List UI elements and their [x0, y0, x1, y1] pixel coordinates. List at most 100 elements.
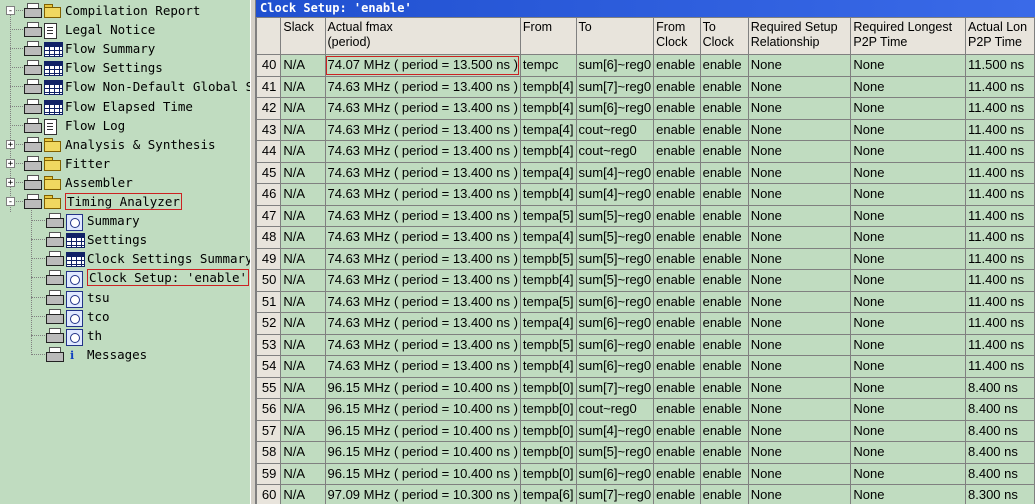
table-cell[interactable]: None	[850, 462, 966, 485]
table-cell[interactable]: enable	[699, 247, 749, 270]
table-row[interactable]: 52 N/A 74.63 MHz ( period = 13.400 ns ) tem…	[256, 312, 1035, 335]
table-cell[interactable]: enable	[699, 290, 749, 313]
table-cell[interactable]: sum[6]~reg0	[575, 333, 655, 356]
table-cell[interactable]: None	[747, 333, 852, 356]
table-cell[interactable]: None	[850, 140, 966, 163]
table-cell[interactable]: None	[850, 204, 966, 227]
tree-item[interactable]: Flow Log	[65, 116, 125, 135]
table-cell[interactable]: 11.400 ns	[965, 161, 1035, 184]
table-cell[interactable]: None	[850, 97, 966, 120]
table-cell[interactable]: enable	[699, 312, 749, 335]
row-number[interactable]: 53	[256, 333, 282, 356]
table-cell[interactable]: tempb[0]	[519, 462, 577, 485]
table-cell[interactable]: None	[747, 484, 852, 504]
table-cell[interactable]: tempa[4]	[519, 226, 577, 249]
tree-item[interactable]: Analysis & Synthesis	[65, 135, 216, 154]
table-cell[interactable]: None	[850, 75, 966, 98]
table-cell[interactable]: N/A	[280, 54, 326, 77]
row-number[interactable]: 56	[256, 398, 282, 421]
table-cell[interactable]: enable	[653, 204, 701, 227]
table-cell[interactable]: None	[850, 355, 966, 378]
table-cell[interactable]: N/A	[280, 419, 326, 442]
collapse-icon[interactable]: -	[6, 197, 15, 207]
collapse-icon[interactable]: -	[6, 6, 15, 16]
table-cell[interactable]: enable	[699, 204, 749, 227]
table-cell[interactable]: 11.400 ns	[965, 312, 1035, 335]
table-cell[interactable]: cout~reg0	[575, 118, 655, 141]
table-cell[interactable]: None	[747, 398, 852, 421]
tree-item[interactable]: Clock Settings Summary	[87, 249, 250, 268]
column-header[interactable]: Actual Lon P2P Time	[965, 17, 1035, 55]
table-row[interactable]: 57 N/A 96.15 MHz ( period = 10.400 ns ) tem…	[256, 419, 1035, 442]
table-cell[interactable]: tempb[5]	[519, 247, 577, 270]
tree-item[interactable]: tsu	[87, 288, 110, 307]
table-cell[interactable]: enable	[699, 75, 749, 98]
table-row[interactable]: 42 N/A 74.63 MHz ( period = 13.400 ns ) tem…	[256, 97, 1035, 120]
table-cell[interactable]: tempc	[519, 54, 577, 77]
row-number[interactable]: 40	[256, 54, 282, 77]
table-row[interactable]: 47 N/A 74.63 MHz ( period = 13.400 ns ) tem…	[256, 204, 1035, 227]
table-cell[interactable]: sum[5]~reg0	[575, 204, 655, 227]
table-cell[interactable]: enable	[699, 269, 749, 292]
table-cell[interactable]: 74.63 MHz ( period = 13.400 ns )	[324, 333, 521, 356]
table-cell[interactable]: None	[850, 312, 966, 335]
table-cell[interactable]: N/A	[280, 269, 326, 292]
table-cell[interactable]: enable	[699, 183, 749, 206]
table-cell[interactable]: None	[850, 290, 966, 313]
table-cell[interactable]: None	[747, 269, 852, 292]
table-cell[interactable]: cout~reg0	[575, 140, 655, 163]
table-cell[interactable]: 74.63 MHz ( period = 13.400 ns )	[324, 247, 521, 270]
table-cell[interactable]: enable	[653, 355, 701, 378]
table-cell[interactable]: tempa[6]	[519, 484, 577, 504]
table-cell[interactable]: None	[747, 204, 852, 227]
row-number[interactable]: 50	[256, 269, 282, 292]
tree-item[interactable]: Summary	[87, 211, 140, 230]
table-cell[interactable]: 11.400 ns	[965, 290, 1035, 313]
table-cell[interactable]: sum[5]~reg0	[575, 269, 655, 292]
table-row[interactable]: 58 N/A 96.15 MHz ( period = 10.400 ns ) tem…	[256, 441, 1035, 464]
table-cell[interactable]: 8.400 ns	[965, 376, 1035, 399]
table-cell[interactable]: tempb[0]	[519, 441, 577, 464]
table-cell[interactable]: tempb[4]	[519, 97, 577, 120]
table-cell[interactable]: tempa[5]	[519, 204, 577, 227]
table-cell[interactable]: 74.63 MHz ( period = 13.400 ns )	[324, 75, 521, 98]
table-cell[interactable]: sum[5]~reg0	[575, 441, 655, 464]
table-cell[interactable]: 96.15 MHz ( period = 10.400 ns )	[324, 419, 521, 442]
table-cell[interactable]: enable	[699, 161, 749, 184]
table-cell[interactable]: None	[850, 118, 966, 141]
table-row[interactable]: 48 N/A 74.63 MHz ( period = 13.400 ns ) tem…	[256, 226, 1035, 249]
table-cell[interactable]: enable	[653, 247, 701, 270]
table-cell[interactable]: None	[747, 118, 852, 141]
table-cell[interactable]: enable	[653, 226, 701, 249]
table-row[interactable]: 60 N/A 97.09 MHz ( period = 10.300 ns ) tem…	[256, 484, 1035, 504]
table-cell[interactable]: 11.400 ns	[965, 333, 1035, 356]
table-cell[interactable]: 11.400 ns	[965, 75, 1035, 98]
table-cell[interactable]: enable	[653, 140, 701, 163]
tree-item[interactable]: Timing Analyzer	[65, 192, 182, 211]
table-cell[interactable]: enable	[653, 484, 701, 504]
table-cell[interactable]: N/A	[280, 183, 326, 206]
table-cell[interactable]: tempa[4]	[519, 118, 577, 141]
table-row[interactable]: 43 N/A 74.63 MHz ( period = 13.400 ns ) tem…	[256, 118, 1035, 141]
table-cell[interactable]: sum[5]~reg0	[575, 247, 655, 270]
table-cell[interactable]: enable	[699, 226, 749, 249]
tree-item[interactable]: Flow Elapsed Time	[65, 97, 193, 116]
table-cell[interactable]: 11.400 ns	[965, 247, 1035, 270]
tree-item[interactable]: tco	[87, 307, 110, 326]
column-header[interactable]: From	[519, 17, 577, 55]
table-cell[interactable]: 11.500 ns	[965, 54, 1035, 77]
table-cell[interactable]: None	[747, 290, 852, 313]
table-cell[interactable]: 74.63 MHz ( period = 13.400 ns )	[324, 269, 521, 292]
table-cell[interactable]: enable	[699, 419, 749, 442]
table-cell[interactable]: None	[747, 161, 852, 184]
table-cell[interactable]: 11.400 ns	[965, 97, 1035, 120]
table-cell[interactable]: N/A	[280, 376, 326, 399]
row-number[interactable]: 45	[256, 161, 282, 184]
table-cell[interactable]: None	[747, 140, 852, 163]
expand-icon[interactable]: +	[6, 158, 15, 168]
table-cell[interactable]: 11.400 ns	[965, 183, 1035, 206]
table-cell[interactable]: enable	[653, 462, 701, 485]
table-cell[interactable]: None	[850, 333, 966, 356]
table-cell[interactable]: enable	[653, 269, 701, 292]
column-header[interactable]: From Clock	[653, 17, 701, 55]
